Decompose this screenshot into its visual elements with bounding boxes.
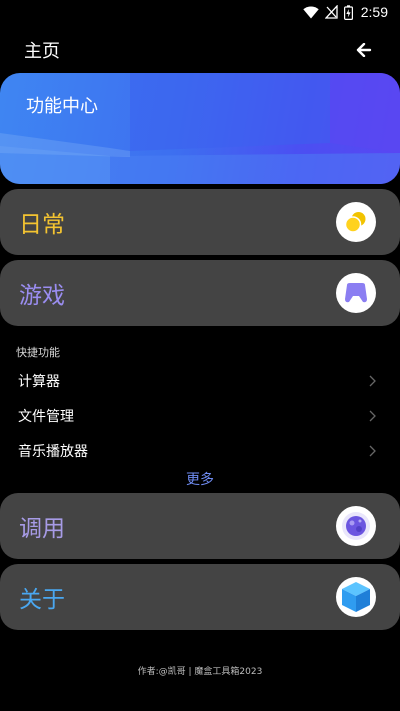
- quick-item-file-manager[interactable]: 文件管理: [0, 399, 400, 433]
- chevron-right-icon: [369, 410, 376, 422]
- feature-center-banner[interactable]: [0, 73, 400, 184]
- chevron-right-icon: [369, 375, 376, 387]
- card-invoke[interactable]: 调用: [0, 493, 400, 559]
- page-title: 主页: [24, 41, 60, 62]
- quick-item-calculator[interactable]: 计算器: [0, 364, 400, 398]
- quick-item-label: 文件管理: [18, 409, 74, 425]
- card-about[interactable]: 关于: [0, 564, 400, 630]
- status-bar: 2:59: [0, 0, 400, 24]
- no-signal-icon: [324, 5, 338, 19]
- app-bar: 主页: [0, 24, 400, 76]
- cube-icon: [336, 577, 376, 617]
- arrow-left-icon: [356, 43, 372, 57]
- quick-item-label: 计算器: [18, 374, 60, 390]
- banner-title: 功能中心: [26, 96, 98, 117]
- card-daily[interactable]: 日常: [0, 189, 400, 255]
- card-about-label: 关于: [19, 587, 65, 613]
- battery-charging-icon: [343, 4, 353, 20]
- quick-functions-label: 快捷功能: [16, 346, 60, 359]
- card-daily-label: 日常: [19, 212, 65, 238]
- wifi-icon: [303, 6, 319, 19]
- quick-item-music-player[interactable]: 音乐播放器: [0, 434, 400, 468]
- gamepad-icon: [336, 273, 376, 313]
- status-time: 2:59: [360, 4, 388, 20]
- card-games[interactable]: 游戏: [0, 260, 400, 326]
- card-games-label: 游戏: [19, 283, 65, 309]
- banner-background-art: [0, 73, 400, 184]
- daily-coins-icon: [336, 202, 376, 242]
- card-invoke-label: 调用: [19, 516, 65, 542]
- back-button[interactable]: [352, 38, 376, 62]
- more-link[interactable]: 更多: [0, 469, 400, 489]
- footer-credit: 作者:@凯哥 | 魔盒工具箱2023: [137, 667, 263, 677]
- chevron-right-icon: [369, 445, 376, 457]
- quick-item-label: 音乐播放器: [18, 444, 88, 460]
- planet-icon: [336, 506, 376, 546]
